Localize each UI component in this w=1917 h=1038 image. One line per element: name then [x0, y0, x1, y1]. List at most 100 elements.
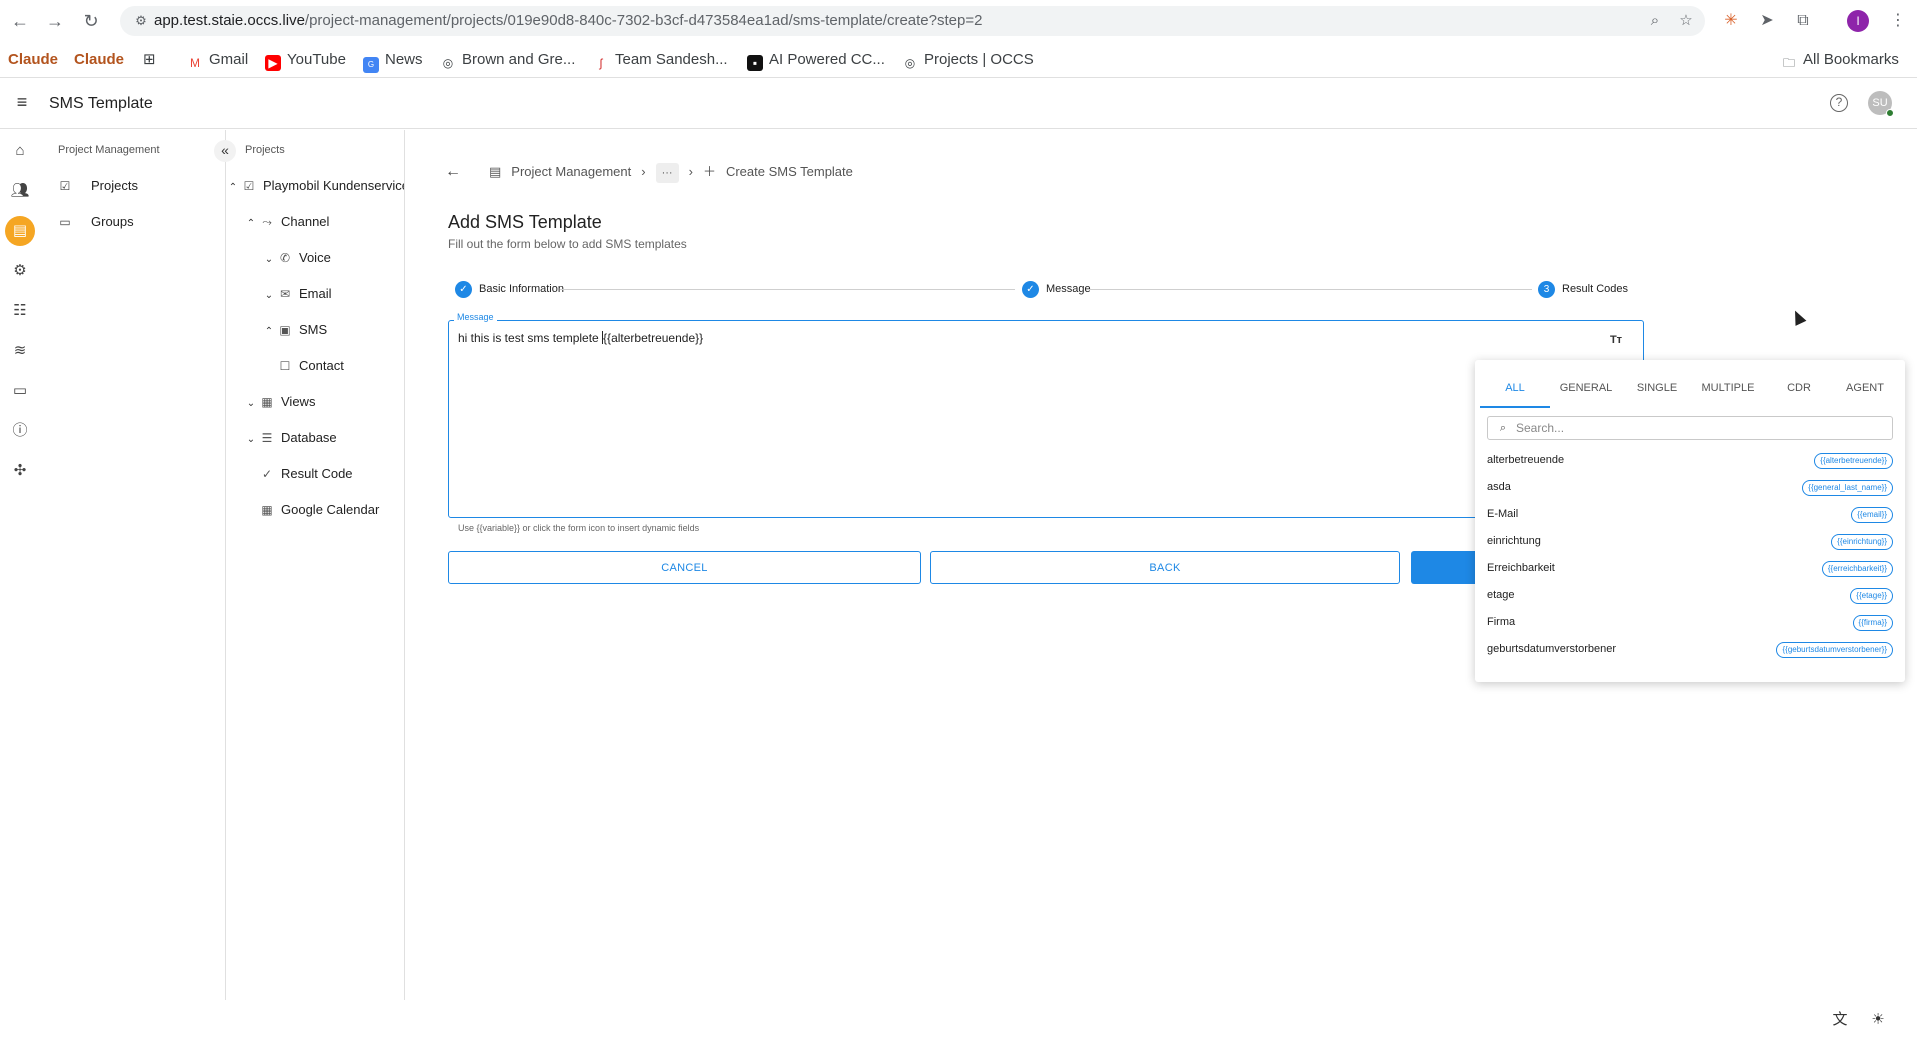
bookmark-gmail[interactable]: M Gmail [187, 42, 248, 78]
forward-icon[interactable]: → [43, 9, 67, 33]
chevron-up-icon[interactable]: ⌃ [227, 178, 239, 198]
bookmark-news[interactable]: G News [363, 42, 423, 78]
variable-row[interactable]: etage {{etage}} [1475, 583, 1905, 610]
hamburger-menu-icon[interactable]: ≡ [12, 92, 32, 112]
tree-item-label: Contact [299, 358, 344, 373]
tab-single[interactable]: SINGLE [1622, 368, 1692, 408]
apps-grid-icon[interactable]: ⊞ [143, 42, 156, 78]
bookmark-ai-powered[interactable]: ▪ AI Powered CC... [747, 42, 885, 78]
variable-token-chip[interactable]: {{einrichtung}} [1831, 534, 1893, 550]
bookmark-label: News [385, 51, 423, 68]
tree-item-views[interactable]: ⌄ ▦ Views [245, 392, 316, 414]
variable-row[interactable]: Erreichbarkeit {{erreichbarkeit}} [1475, 556, 1905, 583]
tree-item-channel[interactable]: ⌃ ⤳ Channel [245, 212, 330, 234]
variable-row[interactable]: asda {{general_last_name}} [1475, 475, 1905, 502]
variable-search[interactable]: ⌕ [1487, 416, 1893, 440]
message-value[interactable]: hi this is test sms templete {{alterbetr… [458, 331, 703, 345]
chevron-down-icon[interactable]: ⌄ [245, 394, 257, 414]
variable-row[interactable]: E-Mail {{email}} [1475, 502, 1905, 529]
extensions-icon[interactable]: ⧉ [1792, 10, 1814, 32]
variable-row[interactable]: Firma {{firma}} [1475, 610, 1905, 637]
step-connector [560, 289, 1015, 290]
variable-token-chip[interactable]: {{email}} [1851, 507, 1893, 523]
analytics-icon[interactable]: ≋ [10, 341, 30, 361]
user-avatar[interactable]: SU [1868, 91, 1894, 117]
tree-item-voice[interactable]: ⌄ ✆ Voice [263, 248, 331, 268]
variable-token-chip[interactable]: {{erreichbarkeit}} [1821, 561, 1893, 577]
chevron-up-icon[interactable]: ⌃ [245, 214, 257, 234]
send-extension-icon[interactable]: ➤ [1756, 10, 1778, 32]
profile-avatar[interactable]: I [1847, 10, 1869, 32]
claude-extension-icon[interactable]: ✳ [1720, 10, 1742, 32]
back-icon[interactable]: ← [8, 9, 32, 33]
variable-token-chip[interactable]: {{firma}} [1852, 615, 1893, 631]
bookmark-team-sandesh[interactable]: ʃ Team Sandesh... [593, 42, 728, 78]
puzzle-icon[interactable]: ✣ [10, 461, 30, 481]
tree-item-playmobil[interactable]: ⌃ ☑ Playmobil Kundenservice [227, 176, 404, 198]
menu-kebab-icon[interactable]: ⋮ [1887, 10, 1909, 32]
bookmark-youtube[interactable]: ▶ YouTube [265, 42, 346, 78]
tree-item-google-calendar[interactable]: ▦ Google Calendar [245, 500, 379, 520]
all-bookmarks-label: All Bookmarks [1803, 51, 1899, 68]
breadcrumb-root[interactable]: Project Management [511, 164, 631, 179]
all-bookmarks[interactable]: 🗀 All Bookmarks [1781, 42, 1899, 78]
tab-general[interactable]: GENERAL [1551, 368, 1621, 408]
insert-variable-icon[interactable]: Tт [1607, 331, 1625, 349]
tab-multiple[interactable]: MULTIPLE [1693, 368, 1763, 408]
bookmark-claude[interactable]: Claude [8, 42, 58, 78]
bookmark-claude-2[interactable]: Claude [74, 42, 124, 78]
translate-icon[interactable]: 文 [1830, 1010, 1850, 1030]
chevron-down-icon[interactable]: ⌄ [263, 250, 275, 270]
variable-row[interactable]: alterbetreuende {{alterbetreuende}} [1475, 448, 1905, 475]
breadcrumb: ▤ Project Management › ··· › ＋ Create SMS Temp… [489, 162, 863, 183]
settings-icon[interactable]: ⚙ [10, 261, 30, 281]
theme-toggle-icon[interactable]: ☀ [1868, 1010, 1888, 1030]
tab-all[interactable]: ALL [1480, 368, 1550, 408]
variable-tabs: ALL GENERAL SINGLE MULTIPLE CDR AGENT [1480, 368, 1900, 408]
cancel-button[interactable]: CANCEL [448, 551, 921, 584]
bookmark-brown-and-green[interactable]: ◎ Brown and Gre... [440, 42, 576, 78]
variable-search-input[interactable] [1516, 420, 1886, 436]
pm-item-groups[interactable]: ▭ Groups [58, 212, 133, 232]
variable-token-chip[interactable]: {{alterbetreuende}} [1814, 453, 1893, 469]
tree-item-email[interactable]: ⌄ ✉ Email [263, 284, 332, 304]
address-bar[interactable]: ⚙ app.test.staie.occs.live/project-manag… [120, 6, 1705, 36]
help-icon[interactable]: ? [1830, 94, 1848, 112]
report-icon[interactable]: ⓘ [10, 421, 30, 441]
project-management-panel: Project Management ☑ Projects ▭ Groups [40, 130, 226, 1000]
bookmark-star-icon[interactable]: ☆ [1676, 12, 1696, 30]
variable-row[interactable]: geburtsdatumverstorbener {{geburtsdatumve… [1475, 637, 1905, 664]
address-url[interactable]: app.test.staie.occs.live/project-managem… [154, 6, 982, 36]
site-info-icon[interactable]: ⚙ [132, 12, 150, 30]
users-icon[interactable]: 👥︎ [10, 181, 30, 201]
back-arrow-icon[interactable]: ← [443, 162, 463, 182]
zoom-icon[interactable]: ⌕ [1645, 12, 1665, 30]
tree-item-sms[interactable]: ⌃ ▣ SMS [263, 320, 327, 340]
message-textarea[interactable]: Message hi this is test sms templete {{a… [448, 312, 1644, 518]
tree-item-database[interactable]: ⌄ ☰ Database [245, 428, 337, 448]
step-message[interactable]: ✓ Message [1022, 278, 1091, 300]
step-basic-information[interactable]: ✓ Basic Information [455, 278, 564, 300]
bookmark-projects-occs[interactable]: ◎ Projects | OCCS [902, 42, 1034, 78]
variable-token-chip[interactable]: {{etage}} [1850, 588, 1893, 604]
chevron-up-icon[interactable]: ⌃ [263, 322, 275, 342]
tree-item-contact[interactable]: ☐ Contact [263, 356, 344, 376]
plus-icon: ＋ [702, 164, 716, 179]
home-icon[interactable]: ⌂ [10, 141, 30, 161]
breadcrumb-ellipsis[interactable]: ··· [655, 163, 679, 183]
variable-token-chip[interactable]: {{geburtsdatumverstorbener}} [1776, 642, 1893, 658]
monitor-icon[interactable]: ▭ [10, 381, 30, 401]
chevron-down-icon[interactable]: ⌄ [263, 286, 275, 306]
variable-row[interactable]: einrichtung {{einrichtung}} [1475, 529, 1905, 556]
step-result-codes[interactable]: 3 Result Codes [1538, 278, 1628, 300]
pm-item-projects[interactable]: ☑ Projects [58, 176, 138, 196]
contacts-icon[interactable]: ☷ [10, 301, 30, 321]
project-management-icon[interactable]: ▤ [5, 216, 35, 246]
tab-cdr[interactable]: CDR [1764, 368, 1834, 408]
tab-agent[interactable]: AGENT [1830, 368, 1900, 408]
variable-token-chip[interactable]: {{general_last_name}} [1802, 480, 1893, 496]
chevron-down-icon[interactable]: ⌄ [245, 430, 257, 450]
back-button[interactable]: BACK [930, 551, 1400, 584]
tree-item-result-code[interactable]: ✓ Result Code [245, 464, 353, 484]
reload-icon[interactable]: ↻ [79, 9, 103, 33]
